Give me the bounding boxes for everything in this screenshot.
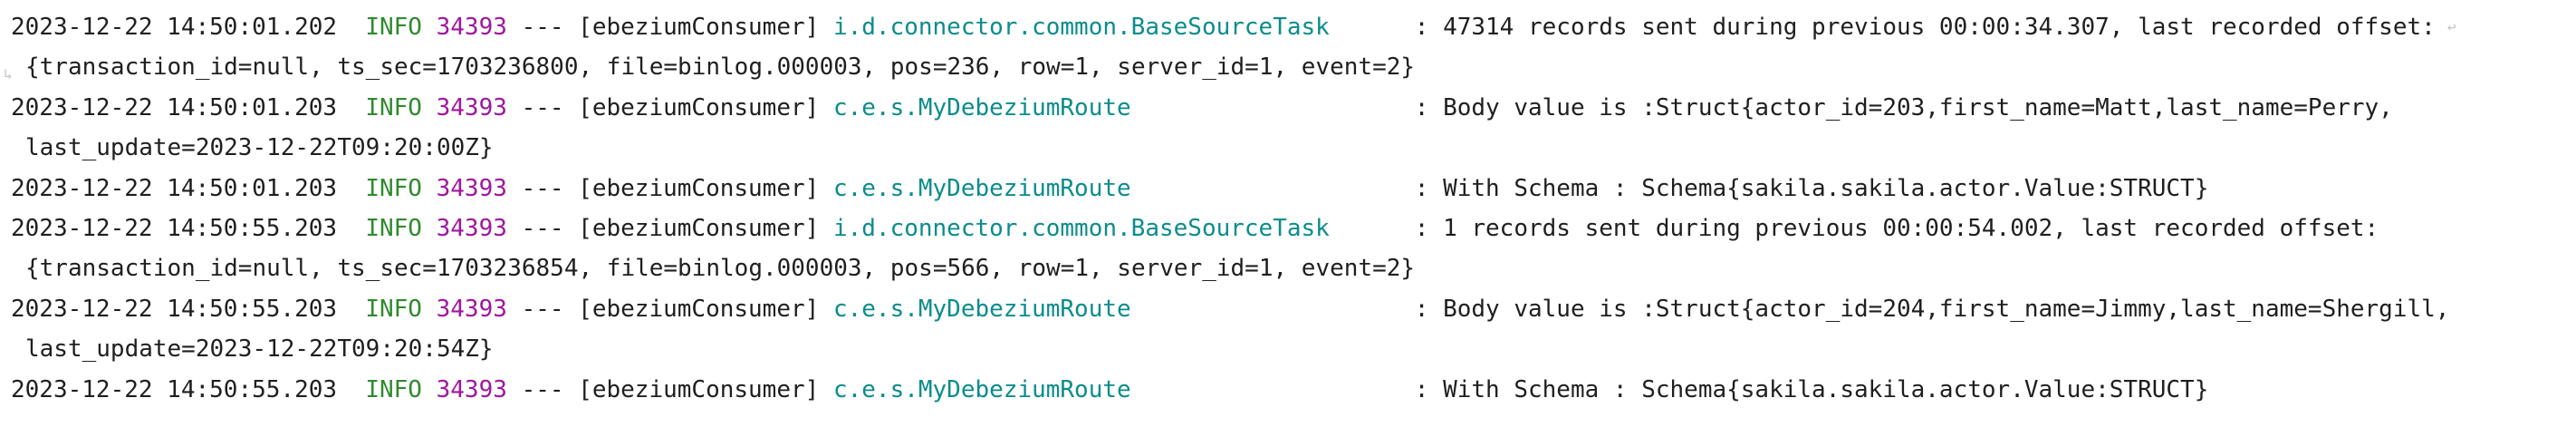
log-thread: [ebeziumConsumer] (578, 93, 820, 121)
log-logger: c.e.s.MyDebeziumRoute (832, 93, 1131, 121)
log-level: INFO (365, 93, 422, 121)
log-timestamp: 2023-12-22 14:50:01.202 (11, 14, 338, 41)
log-pid: 34393 (436, 14, 507, 41)
log-line: 2023-12-22 14:50:01.202 INFO 34393 --- [… (11, 7, 2576, 47)
log-continuation: {transaction_id=null, ts_sec=1703236854,… (25, 255, 1416, 283)
log-timestamp: 2023-12-22 14:50:01.203 (11, 174, 338, 202)
log-line: 2023-12-22 14:50:01.203 INFO 34393 --- [… (11, 174, 2209, 202)
log-message: Body value is :Struct{actor_id=203,first… (1443, 93, 2393, 121)
log-timestamp: 2023-12-22 14:50:55.203 (11, 295, 338, 323)
log-line-continuation: last_update=2023-12-22T09:20:00Z} (11, 128, 2576, 168)
log-level: INFO (365, 214, 422, 242)
log-thread: [ebeziumConsumer] (578, 174, 820, 202)
log-pid: 34393 (436, 214, 507, 242)
log-continuation: last_update=2023-12-22T09:20:54Z} (25, 335, 494, 364)
log-line-continuation: last_update=2023-12-22T09:20:54Z} (11, 329, 2576, 369)
log-line-continuation: ↳ {transaction_id=null, ts_sec=1703236800… (4, 47, 2576, 87)
log-level: INFO (365, 174, 422, 202)
log-pid: 34393 (436, 174, 507, 202)
log-logger: c.e.s.MyDebeziumRoute (832, 375, 1131, 403)
log-line: 2023-12-22 14:50:01.203 INFO 34393 --- [… (11, 93, 2393, 121)
log-line: 2023-12-22 14:50:55.203 INFO 34393 --- [… (11, 214, 2379, 242)
log-timestamp: 2023-12-22 14:50:01.203 (11, 93, 338, 121)
log-level: INFO (365, 295, 422, 323)
log-thread: [ebeziumConsumer] (578, 214, 820, 242)
log-message: 47314 records sent during previous 00:00… (1443, 14, 2436, 41)
soft-wrap-end-icon: ↩ (2447, 18, 2456, 35)
log-level: INFO (365, 14, 422, 41)
log-pid: 34393 (436, 295, 507, 323)
log-timestamp: 2023-12-22 14:50:55.203 (11, 375, 338, 403)
log-pid: 34393 (436, 375, 507, 403)
log-thread: [ebeziumConsumer] (578, 295, 820, 323)
log-separator: --- (521, 375, 564, 403)
log-logger: c.e.s.MyDebeziumRoute (832, 295, 1131, 323)
log-separator: --- (521, 214, 564, 242)
log-logger: i.d.connector.common.BaseSourceTask (832, 214, 1330, 242)
log-message: With Schema : Schema{sakila.sakila.actor… (1443, 375, 2209, 403)
log-separator: --- (521, 295, 564, 323)
log-message: 1 records sent during previous 00:00:54.… (1443, 214, 2379, 242)
log-continuation: last_update=2023-12-22T09:20:00Z} (25, 134, 494, 162)
log-line: 2023-12-22 14:50:55.203 INFO 34393 --- [… (11, 295, 2450, 323)
log-line: 2023-12-22 14:50:55.203 INFO 34393 --- [… (11, 375, 2209, 403)
log-timestamp: 2023-12-22 14:50:55.203 (11, 214, 338, 242)
log-continuation: {transaction_id=null, ts_sec=1703236800,… (25, 53, 1416, 82)
log-logger: i.d.connector.common.BaseSourceTask (832, 14, 1330, 41)
log-logger: c.e.s.MyDebeziumRoute (832, 174, 1131, 202)
log-thread: [ebeziumConsumer] (578, 14, 820, 41)
log-line-continuation: {transaction_id=null, ts_sec=1703236854,… (11, 248, 2576, 288)
log-separator: --- (521, 93, 564, 121)
console-output[interactable]: 2023-12-22 14:50:01.202 INFO 34393 --- [… (4, 7, 2576, 410)
log-separator: --- (521, 14, 564, 41)
log-message: Body value is :Struct{actor_id=204,first… (1443, 295, 2450, 323)
log-thread: [ebeziumConsumer] (578, 375, 820, 403)
log-level: INFO (365, 375, 422, 403)
log-separator: --- (521, 174, 564, 202)
log-message: With Schema : Schema{sakila.sakila.actor… (1443, 174, 2209, 202)
log-pid: 34393 (436, 93, 507, 121)
